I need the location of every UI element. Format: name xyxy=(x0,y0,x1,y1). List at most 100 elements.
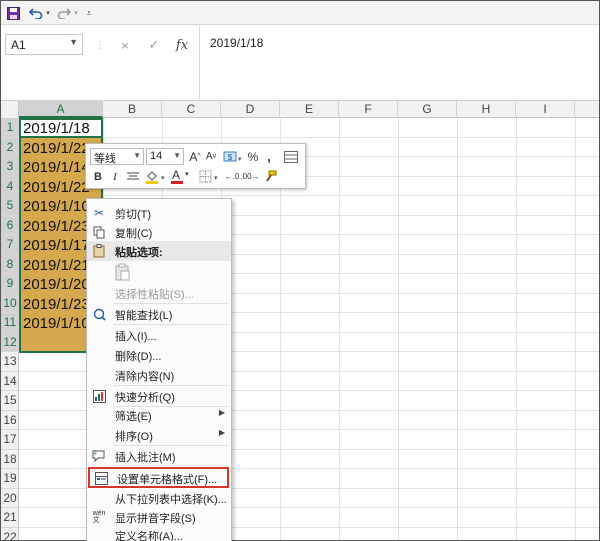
svg-text:▾: ▾ xyxy=(214,175,218,182)
font-name-box[interactable]: 等线 ▼ xyxy=(90,148,144,165)
name-box-value: A1 xyxy=(11,38,26,52)
column-header-g[interactable]: G xyxy=(398,101,457,118)
menu-item-paste-special[interactable]: 选择性粘贴(S)... xyxy=(87,283,231,303)
redo-dropdown-icon[interactable]: ▾ xyxy=(72,4,80,22)
row-header[interactable]: 16 xyxy=(1,411,19,430)
row-header[interactable]: 17 xyxy=(1,430,19,450)
row-header[interactable]: 3 xyxy=(1,157,19,177)
decrease-decimal-icon[interactable]: .00→ xyxy=(240,168,259,185)
column-header-e[interactable]: E xyxy=(280,101,339,118)
menu-separator xyxy=(113,465,229,466)
menu-item-label: 从下拉列表中选择(K)... xyxy=(115,494,227,506)
menu-item-copy[interactable]: 复制(C) xyxy=(87,222,231,242)
insert-function-icon[interactable]: fx xyxy=(173,36,191,54)
column-header-d[interactable]: D xyxy=(221,101,280,118)
grid-line xyxy=(457,118,458,540)
chevron-down-icon[interactable]: ▼ xyxy=(133,151,141,160)
menu-item-label: 插入(I)... xyxy=(115,331,157,343)
comma-style-button[interactable]: , xyxy=(263,148,275,165)
paste-default-icon[interactable] xyxy=(115,263,131,284)
customize-icon[interactable]: ⩡ xyxy=(84,4,94,22)
copy-icon xyxy=(91,224,107,240)
column-header-i[interactable]: I xyxy=(516,101,575,118)
menu-item-cut[interactable]: ✂ 剪切(T) xyxy=(87,203,231,223)
menu-item-format-cells[interactable]: 设置单元格格式(F)... xyxy=(88,467,229,488)
increase-decimal-icon[interactable]: ←.0 xyxy=(224,168,240,185)
column-header-a[interactable]: A xyxy=(19,101,103,118)
menu-section-paste-options: 粘贴选项: xyxy=(87,241,231,261)
row-header[interactable]: 20 xyxy=(1,489,19,508)
decrease-font-icon[interactable]: Av xyxy=(204,148,218,165)
row-header[interactable]: 1 xyxy=(1,118,19,138)
drag-handle-icon[interactable]: ⋮ xyxy=(91,36,109,54)
menu-item-sort[interactable]: 排序(O) ▶ xyxy=(87,425,231,445)
submenu-arrow-icon: ▶ xyxy=(218,428,225,437)
row-header[interactable]: 5 xyxy=(1,196,19,216)
formula-input[interactable]: 2019/1/18 xyxy=(199,26,597,99)
row-header[interactable]: 2 xyxy=(1,137,19,157)
row-header[interactable]: 6 xyxy=(1,215,19,235)
row-header[interactable]: 10 xyxy=(1,293,19,313)
undo-dropdown-icon[interactable]: ▾ xyxy=(44,4,52,22)
italic-button[interactable]: I xyxy=(110,168,120,185)
menu-item-delete[interactable]: 删除(D)... xyxy=(87,345,231,365)
menu-item-insert-comment[interactable]: + 插入批注(M) xyxy=(87,446,231,466)
increase-font-icon[interactable]: A ^ xyxy=(188,148,202,165)
row-header[interactable]: 18 xyxy=(1,450,19,469)
column-header-b[interactable]: B xyxy=(103,101,162,118)
row-header[interactable]: 15 xyxy=(1,391,19,411)
row-header[interactable]: 8 xyxy=(1,254,19,274)
menu-item-clear-contents[interactable]: 清除内容(N) xyxy=(87,365,231,385)
row-headers: 1234567891011121314151617181920212223 xyxy=(1,118,19,540)
column-header-f[interactable]: F xyxy=(339,101,398,118)
font-color-icon[interactable]: A ▾ xyxy=(170,168,192,185)
menu-item-quick-analysis[interactable]: 快速分析(Q) xyxy=(87,386,231,406)
redo-icon[interactable] xyxy=(56,4,72,22)
quick-analysis-icon xyxy=(91,388,107,404)
chevron-down-icon[interactable]: ▼ xyxy=(173,151,181,160)
row-header[interactable]: 9 xyxy=(1,274,19,294)
row-header[interactable]: 13 xyxy=(1,352,19,372)
column-header-h[interactable]: H xyxy=(457,101,516,118)
menu-item-label: 定义名称(A)... xyxy=(115,531,183,541)
column-header-c[interactable]: C xyxy=(162,101,221,118)
menu-item-pick-from-list[interactable]: 从下拉列表中选择(K)... xyxy=(87,488,231,508)
align-center-icon[interactable] xyxy=(126,168,140,185)
cancel-icon[interactable]: × xyxy=(116,36,134,54)
bold-button[interactable]: B xyxy=(92,168,104,185)
chevron-down-icon[interactable]: ▼ xyxy=(69,37,78,47)
menu-item-filter[interactable]: 筛选(E) ▶ xyxy=(87,405,231,425)
fill-color-icon[interactable]: ▾ xyxy=(144,168,166,185)
grid-line xyxy=(398,118,399,540)
row-header[interactable]: 12 xyxy=(1,332,19,352)
percent-style-button[interactable]: % xyxy=(246,148,260,165)
row-header[interactable]: 19 xyxy=(1,469,19,489)
format-painter-grid-icon[interactable] xyxy=(282,148,300,165)
quick-access-toolbar: ▾ ▾ ⩡ xyxy=(1,1,599,25)
row-header[interactable]: 4 xyxy=(1,176,19,196)
font-color-letter: A xyxy=(172,168,181,182)
menu-item-smart-lookup[interactable]: 智能查找(L) xyxy=(87,304,231,324)
row-header[interactable]: 21 xyxy=(1,508,19,528)
cell-a1[interactable]: 2019/1/18 xyxy=(23,119,103,139)
column-headers: A B C D E F G H I xyxy=(1,101,599,118)
row-header[interactable]: 14 xyxy=(1,372,19,391)
accounting-format-icon[interactable]: $ ▾ xyxy=(221,148,243,165)
save-icon[interactable] xyxy=(5,4,21,22)
scissors-icon: ✂ xyxy=(93,206,105,220)
name-box[interactable]: A1 ▼ xyxy=(5,34,83,55)
row-header[interactable]: 7 xyxy=(1,235,19,255)
font-size-box[interactable]: 14 ▼ xyxy=(146,148,184,165)
borders-icon[interactable]: ▾ xyxy=(198,168,220,185)
row-header[interactable]: 22 xyxy=(1,528,19,541)
format-painter-icon[interactable] xyxy=(262,168,278,185)
paste-option-button[interactable] xyxy=(87,261,231,283)
menu-item-define-name[interactable]: 定义名称(A)... xyxy=(87,525,231,541)
menu-item-phonetic[interactable]: wén 文 显示拼音字段(S) xyxy=(87,507,231,527)
enter-icon[interactable]: ✓ xyxy=(145,36,163,54)
menu-item-insert[interactable]: 插入(I)... xyxy=(87,325,231,345)
undo-icon[interactable] xyxy=(28,4,44,22)
select-all-corner[interactable] xyxy=(1,101,19,118)
row-header[interactable]: 11 xyxy=(1,313,19,333)
comment-icon: + xyxy=(91,448,107,464)
